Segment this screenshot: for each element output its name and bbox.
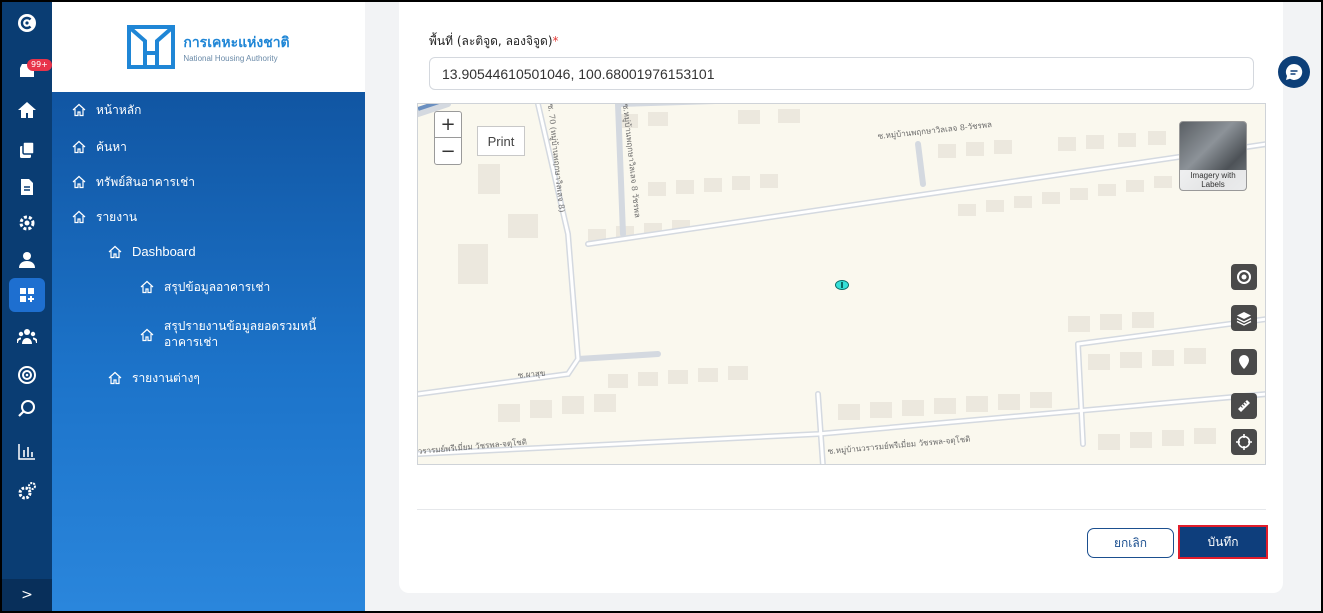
sidebar-item-label: รายงานต่างๆ — [132, 371, 200, 385]
notification-badge: 99+ — [27, 59, 52, 71]
zoom-out-button[interactable]: − — [435, 138, 461, 164]
chat-icon — [1285, 63, 1303, 80]
location-marker-icon[interactable] — [835, 280, 849, 290]
chat-button[interactable] — [1278, 56, 1310, 88]
crosshair-icon[interactable] — [1231, 429, 1257, 455]
logo-title-th: การเคหะแห่งชาติ — [183, 34, 290, 51]
sidebar-item-label-line2: อาคารเช่า — [164, 335, 219, 349]
measure-icon[interactable] — [1231, 393, 1257, 419]
print-button[interactable]: Print — [477, 126, 525, 156]
required-mark: * — [552, 34, 559, 48]
search-icon[interactable] — [14, 396, 40, 422]
house-icon — [72, 103, 86, 117]
sidebar-item-label: Dashboard — [132, 244, 196, 259]
nha-logo-icon — [127, 25, 176, 69]
sidebar-item-label-line1: สรุปรายงานข้อมูลยอดรวมหนี้ — [164, 319, 317, 333]
sidebar-item-debt-summary[interactable]: สรุปรายงานข้อมูลยอดรวมหนี้ อาคารเช่า — [140, 318, 316, 350]
house-icon — [72, 140, 86, 154]
save-button[interactable]: บันทึก — [1180, 527, 1266, 557]
sidebar-item-home[interactable]: หน้าหลัก — [72, 102, 141, 118]
sidebar-item-label: หน้าหลัก — [96, 103, 142, 117]
gears-icon[interactable] — [14, 478, 40, 504]
user-icon[interactable] — [14, 247, 40, 273]
sidebar-item-assets[interactable]: ทรัพย์สินอาคารเช่า — [72, 174, 195, 190]
house-icon — [72, 210, 86, 224]
house-icon — [72, 175, 86, 189]
form-card: พื้นที่ (ละติจูด, ลองจิจูด)* 13.90544610… — [399, 2, 1283, 593]
location-field-label-text: พื้นที่ (ละติจูด, ลองจิจูด) — [429, 34, 553, 48]
zoom-in-button[interactable]: + — [435, 112, 461, 138]
chart-icon[interactable] — [14, 438, 40, 464]
cancel-button[interactable]: ยกเลิก — [1087, 528, 1174, 558]
brand-icon[interactable] — [14, 10, 40, 36]
sidebar-item-label: สรุปข้อมูลอาคารเช่า — [164, 280, 271, 294]
house-icon — [108, 245, 122, 259]
map-view[interactable]: ซ.หมู่บ้านพฤกษาวิลเลจ 8-วัชรพล ซ.หมู่บ้า… — [417, 103, 1266, 465]
expand-toggle[interactable]: > — [2, 579, 52, 611]
house-icon — [108, 371, 122, 385]
icon-rail: 99+ > — [2, 2, 52, 611]
sidebar-item-search[interactable]: ค้นหา — [72, 139, 127, 155]
sidebar-item-label: ทรัพย์สินอาคารเช่า — [96, 175, 195, 189]
sidebar-item-other-reports[interactable]: รายงานต่างๆ — [108, 370, 200, 386]
home-icon[interactable] — [14, 97, 40, 123]
logo: การเคหะแห่งชาติ National Housing Authori… — [52, 2, 365, 92]
basemap-toggle[interactable]: Imagery with Labels — [1179, 121, 1247, 191]
sidebar-item-summary[interactable]: สรุปข้อมูลอาคารเช่า — [140, 279, 270, 295]
target-icon[interactable] — [14, 362, 40, 388]
logo-title-en: National Housing Authority — [183, 53, 278, 63]
basemap-label: Imagery with Labels — [1180, 170, 1246, 190]
layers-icon[interactable] — [1231, 305, 1257, 331]
footer-divider — [417, 509, 1266, 510]
document-icon[interactable] — [14, 174, 40, 200]
location-field-label: พื้นที่ (ละติจูด, ลองจิจูด)* — [429, 32, 559, 51]
locate-icon[interactable] — [1231, 264, 1257, 290]
sidebar: การเคหะแห่งชาติ National Housing Authori… — [52, 2, 365, 611]
sidebar-item-reports[interactable]: รายงาน — [72, 209, 137, 225]
sidebar-item-label: สรุปรายงานข้อมูลยอดรวมหนี้ อาคารเช่า — [164, 318, 316, 350]
sidebar-item-label: ค้นหา — [96, 140, 127, 154]
pin-icon[interactable] — [1231, 349, 1257, 375]
house-icon — [140, 328, 154, 341]
dashboard-icon[interactable] — [9, 278, 45, 312]
sidebar-item-dashboard[interactable]: Dashboard — [108, 244, 196, 260]
sidebar-item-label: รายงาน — [96, 210, 138, 224]
save-button-highlight: บันทึก — [1178, 525, 1268, 559]
house-icon — [140, 280, 154, 294]
settings-icon[interactable] — [14, 210, 40, 236]
app-window: 99+ > การเคหะแห่งชาติ National Housing A… — [0, 0, 1323, 613]
copy-icon[interactable] — [14, 137, 40, 163]
coordinates-input[interactable] — [429, 57, 1254, 90]
team-icon[interactable] — [14, 323, 40, 349]
zoom-control: + − — [434, 111, 462, 165]
